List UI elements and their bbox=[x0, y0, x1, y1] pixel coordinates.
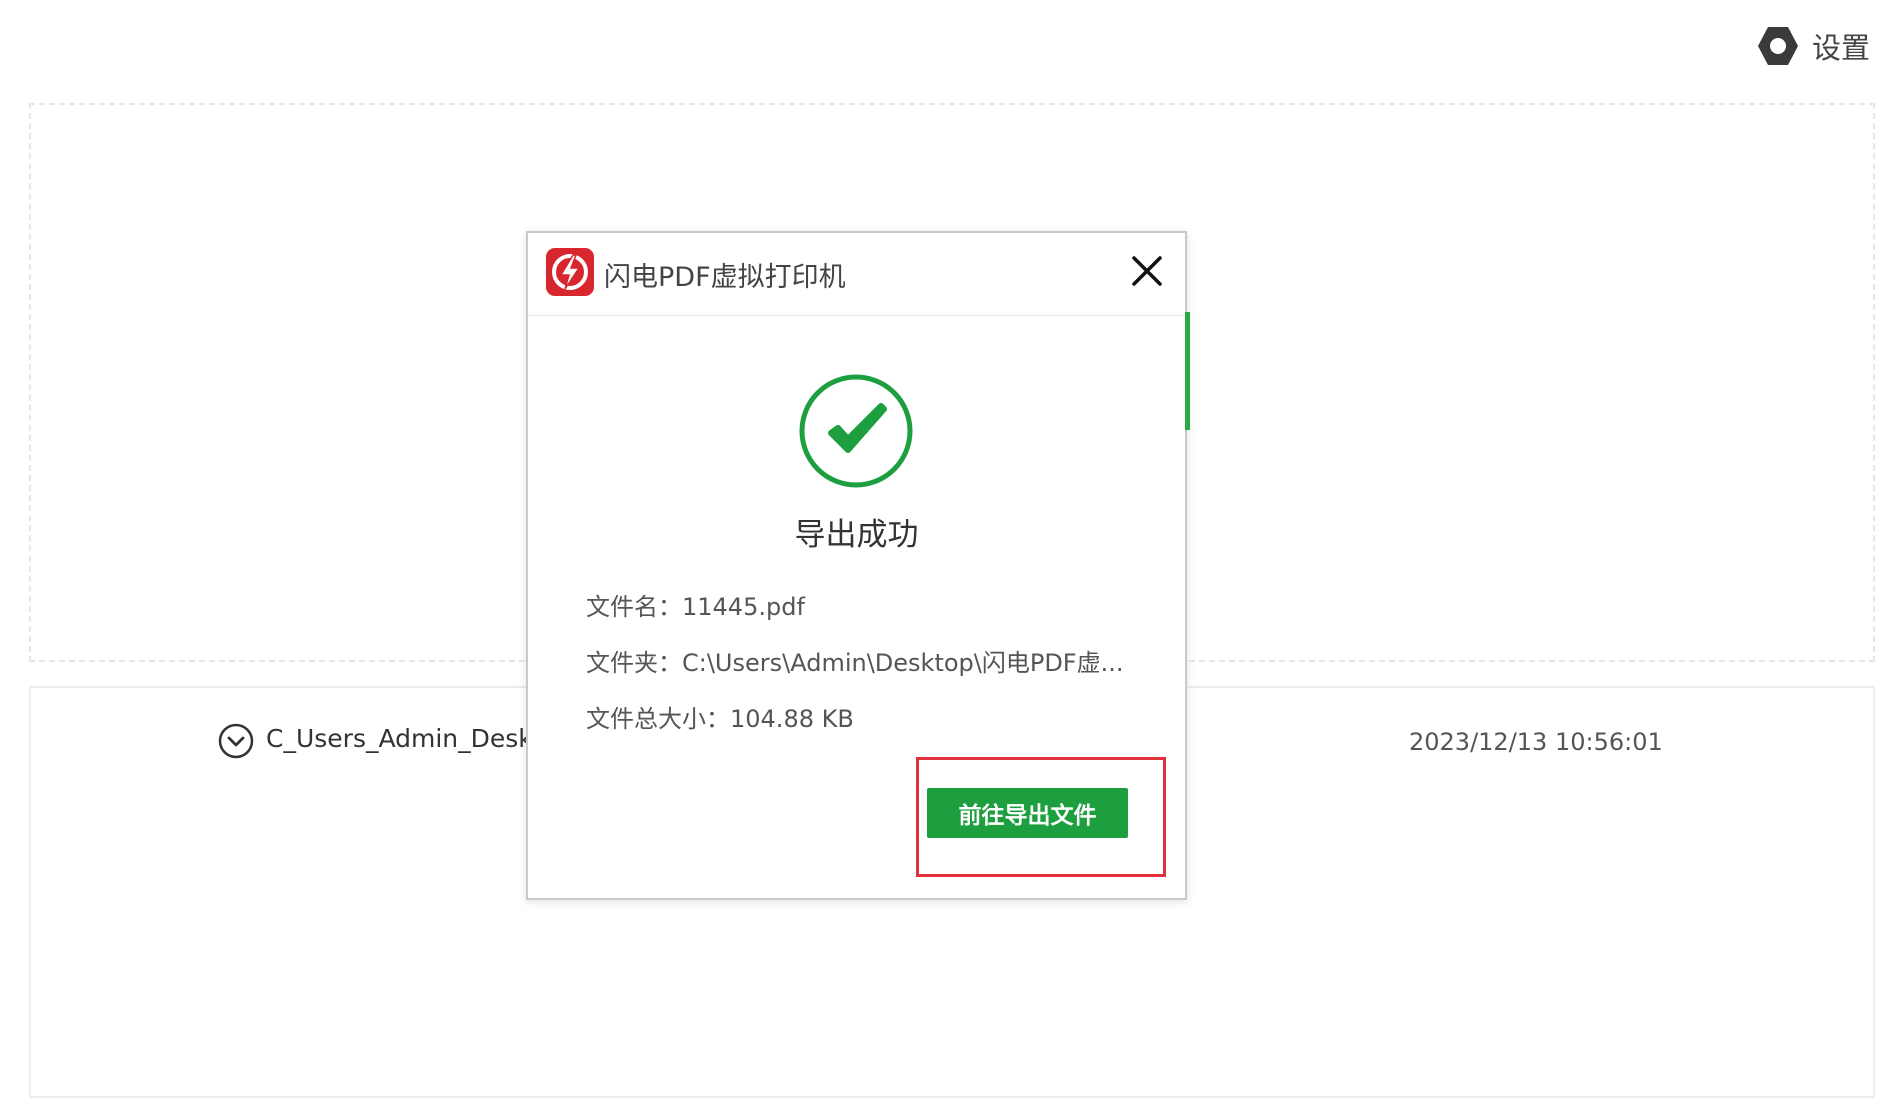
file-name-value: 11445.pdf bbox=[682, 593, 805, 621]
file-name: C_Users_Admin_Deskto bbox=[266, 724, 558, 753]
settings-button[interactable]: 设置 bbox=[1754, 22, 1870, 70]
file-name-info: 文件名：11445.pdf bbox=[586, 587, 805, 622]
dialog-header: 闪电PDF虚拟打印机 bbox=[528, 233, 1185, 316]
folder-path-value: C:\Users\Admin\Desktop\闪电PDF虚... bbox=[682, 649, 1124, 677]
gear-icon bbox=[1757, 27, 1798, 65]
check-circle-icon bbox=[799, 374, 913, 488]
file-name-label: 文件名： bbox=[586, 593, 682, 621]
settings-label: 设置 bbox=[1811, 31, 1870, 65]
open-export-file-button[interactable]: 前往导出文件 bbox=[927, 788, 1128, 838]
folder-info: 文件夹：C:\Users\Admin\Desktop\闪电PDF虚... bbox=[586, 643, 1124, 678]
close-icon[interactable] bbox=[1127, 251, 1167, 291]
status-text: 导出成功 bbox=[794, 517, 919, 553]
dialog-accent-bar bbox=[1185, 312, 1190, 430]
size-info: 文件总大小：104.88 KB bbox=[586, 699, 854, 734]
file-timestamp: 2023/12/13 10:56:01 bbox=[1409, 728, 1663, 756]
size-value: 104.88 KB bbox=[730, 705, 854, 733]
dialog-title: 闪电PDF虚拟打印机 bbox=[604, 262, 846, 293]
folder-label: 文件夹： bbox=[586, 649, 682, 677]
chevron-down-circle-icon[interactable] bbox=[217, 722, 255, 760]
app-window: 设置 C_Users_Admin_Deskto 2023/12/13 10:56… bbox=[0, 0, 1890, 1104]
export-success-dialog: 闪电PDF虚拟打印机 导出成功 文件名：11445.pdf 文件夹：C:\Use… bbox=[526, 231, 1187, 900]
size-label: 文件总大小： bbox=[586, 705, 730, 733]
lightning-app-logo-icon bbox=[546, 248, 594, 296]
